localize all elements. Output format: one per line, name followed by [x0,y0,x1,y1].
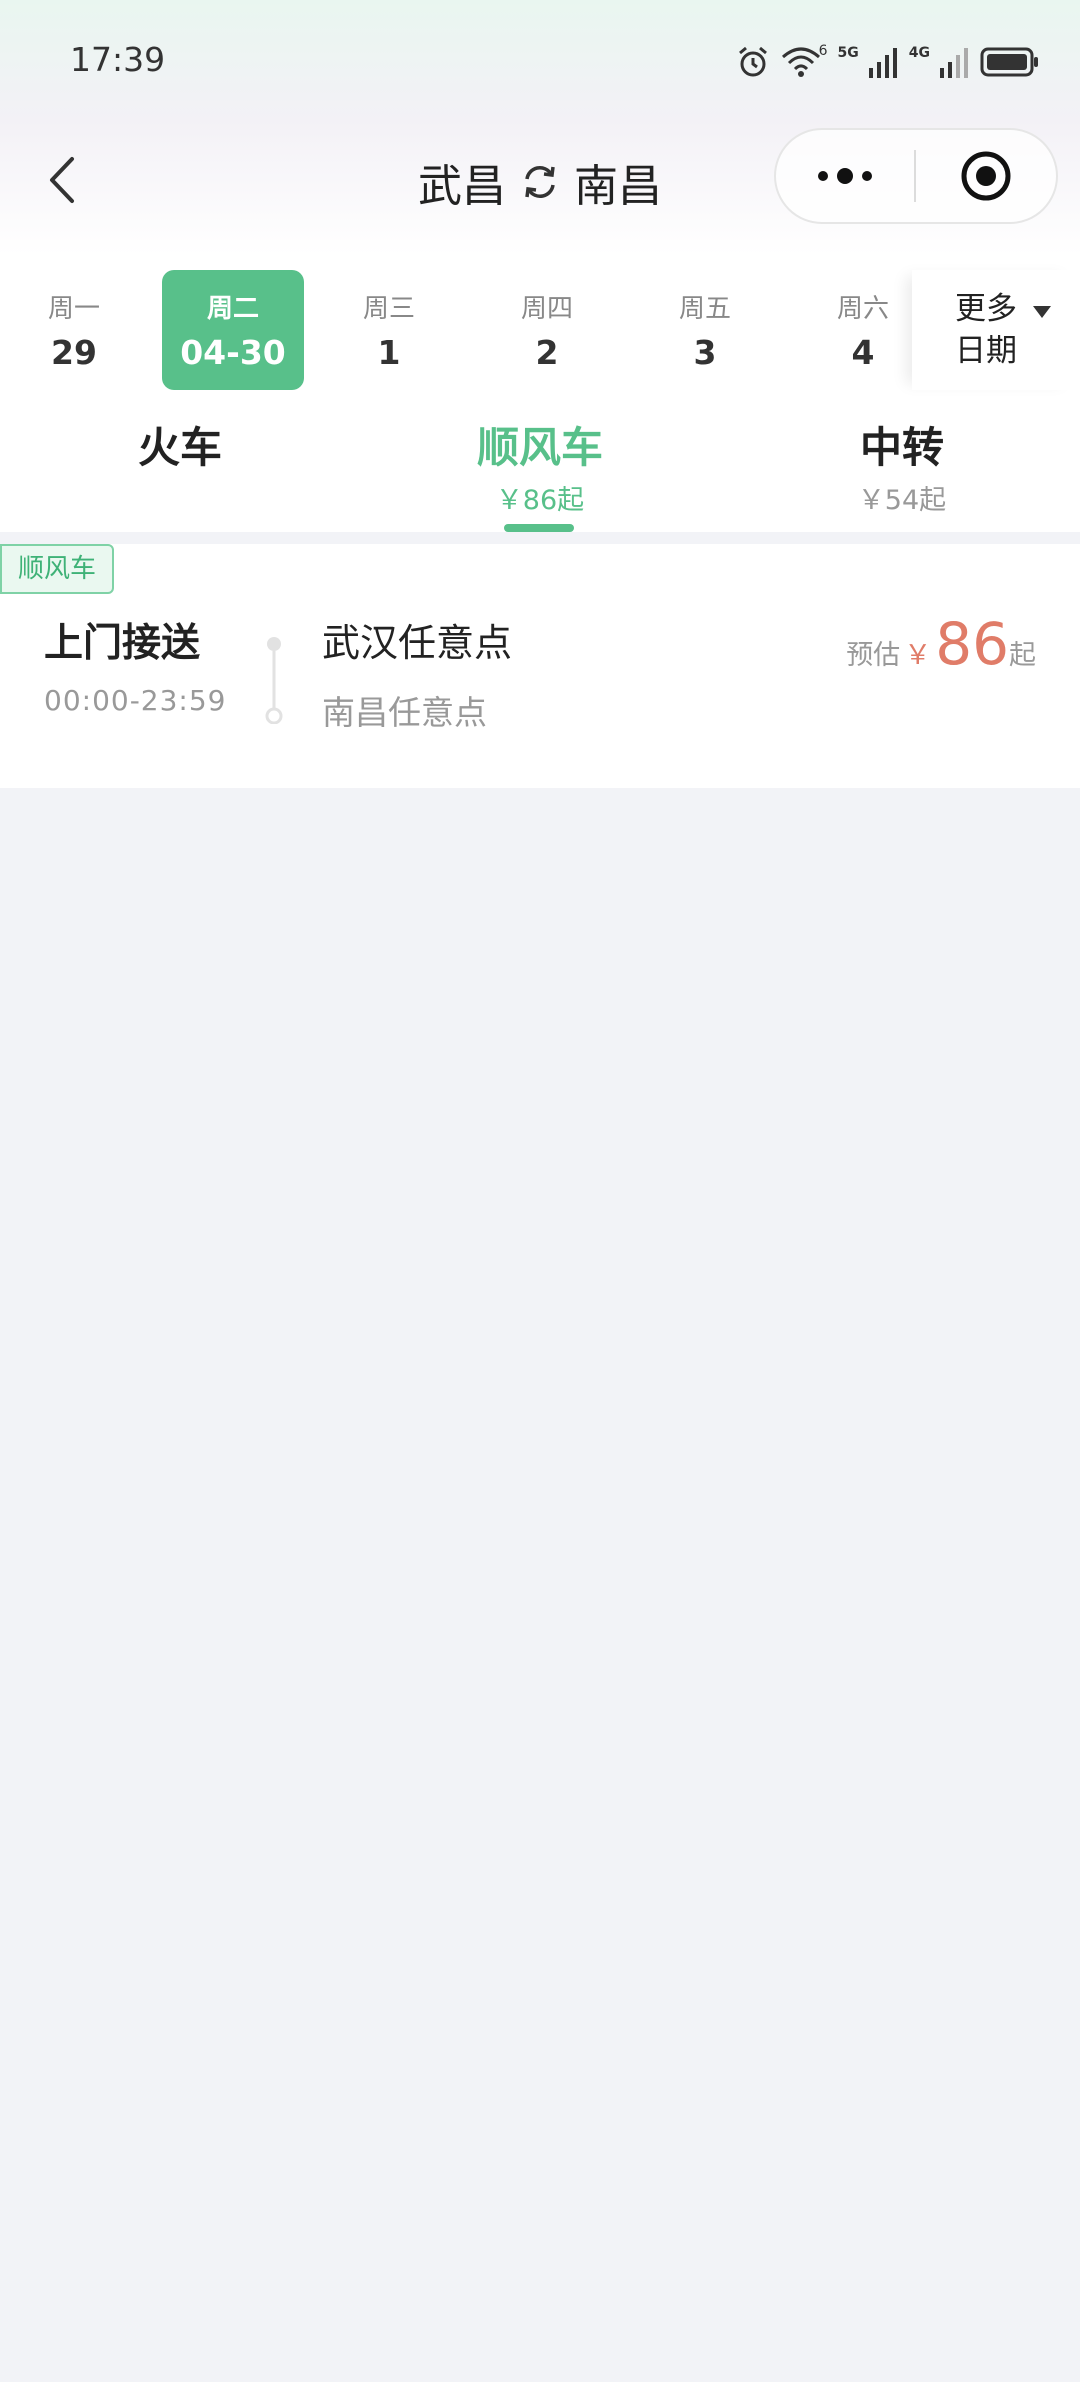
tab-label: 中转 [859,423,944,472]
wifi-icon [781,47,820,77]
price-estimate: 预估 ￥ 86 起 [846,614,1036,674]
dropoff-location: 南昌任意点 [322,693,487,732]
network-4g-label: 4G [908,45,930,61]
service-type: 上门接送 [44,621,201,666]
status-icons: 6 5G 4G [735,42,1040,82]
network-5g-label: 5G [837,45,859,61]
more-dates-line1: 更多 [955,291,1017,327]
mini-program-capsule [774,128,1058,224]
date-day: 4 [851,333,875,372]
transport-tabs: 火车 顺风车 ￥86起 中转 ￥54起 [0,420,1080,530]
more-dates-line2: 日期 [955,333,1017,369]
chevron-left-icon [50,157,74,203]
price-suffix: 起 [1009,640,1036,671]
tab-price: ￥86起 [495,485,585,516]
service-hours: 00:00-23:59 [44,684,227,717]
swap-icon [525,166,555,198]
pickup-location: 武汉任意点 [322,621,513,665]
route-from[interactable]: 武昌 [418,150,506,214]
date-day: 2 [535,333,559,372]
tab-label: 顺风车 [476,423,603,472]
more-dots-icon [818,168,872,184]
tab-price: ￥54起 [857,485,947,516]
swap-route-button[interactable] [518,160,562,204]
date-weekday: 周五 [678,294,731,324]
target-icon [961,151,1011,201]
route-to[interactable]: 南昌 [574,150,662,214]
price-value: 86 [935,610,1009,678]
section-separator [0,532,1080,544]
date-day: 04-30 [180,333,286,372]
date-weekday: 周二 [206,294,259,324]
tab-transfer[interactable]: 中转 ￥54起 [752,420,1052,530]
battery-icon [980,47,1038,77]
date-item-wed[interactable]: 周三 1 [318,270,460,390]
date-item-thu[interactable]: 周四 2 [476,270,618,390]
tab-label: 火车 [137,423,222,472]
route-timeline-icon [265,637,283,724]
sim-label: 6 [818,43,828,59]
date-item-tue[interactable]: 周二 04-30 [162,270,304,390]
alarm-icon [738,46,767,77]
date-day: 29 [51,333,97,372]
back-button[interactable] [36,150,86,210]
more-button[interactable] [776,130,914,222]
caret-down-icon [1033,306,1051,318]
tab-train[interactable]: 火车 [30,420,330,530]
tab-carpool[interactable]: 顺风车 ￥86起 [390,420,690,530]
listing-tag: 顺风车 [0,544,115,594]
date-day: 1 [377,333,401,372]
active-tab-indicator [504,524,574,532]
date-weekday: 周四 [520,294,573,324]
estimate-label: 预估 [846,640,901,671]
carpool-listing-card[interactable]: 顺风车 上门接送 00:00-23:59 武汉任意点 南昌任意点 预估 ￥ 86… [0,544,1080,788]
more-dates-button[interactable]: 更多 日期 [912,270,1080,390]
date-weekday: 周一 [47,294,100,324]
date-day: 3 [693,333,717,372]
date-weekday: 周三 [362,294,415,324]
date-item-fri[interactable]: 周五 3 [634,270,776,390]
date-weekday: 周六 [836,294,889,324]
currency-symbol: ￥ [904,640,932,671]
close-miniprogram-button[interactable] [916,130,1056,222]
date-item-mon[interactable]: 周一 29 [3,270,145,390]
signal-icon [868,48,897,78]
signal-icon-2 [940,48,968,78]
more-dates-label: 更多 日期 [955,288,1025,372]
status-time: 17:39 [70,40,166,79]
